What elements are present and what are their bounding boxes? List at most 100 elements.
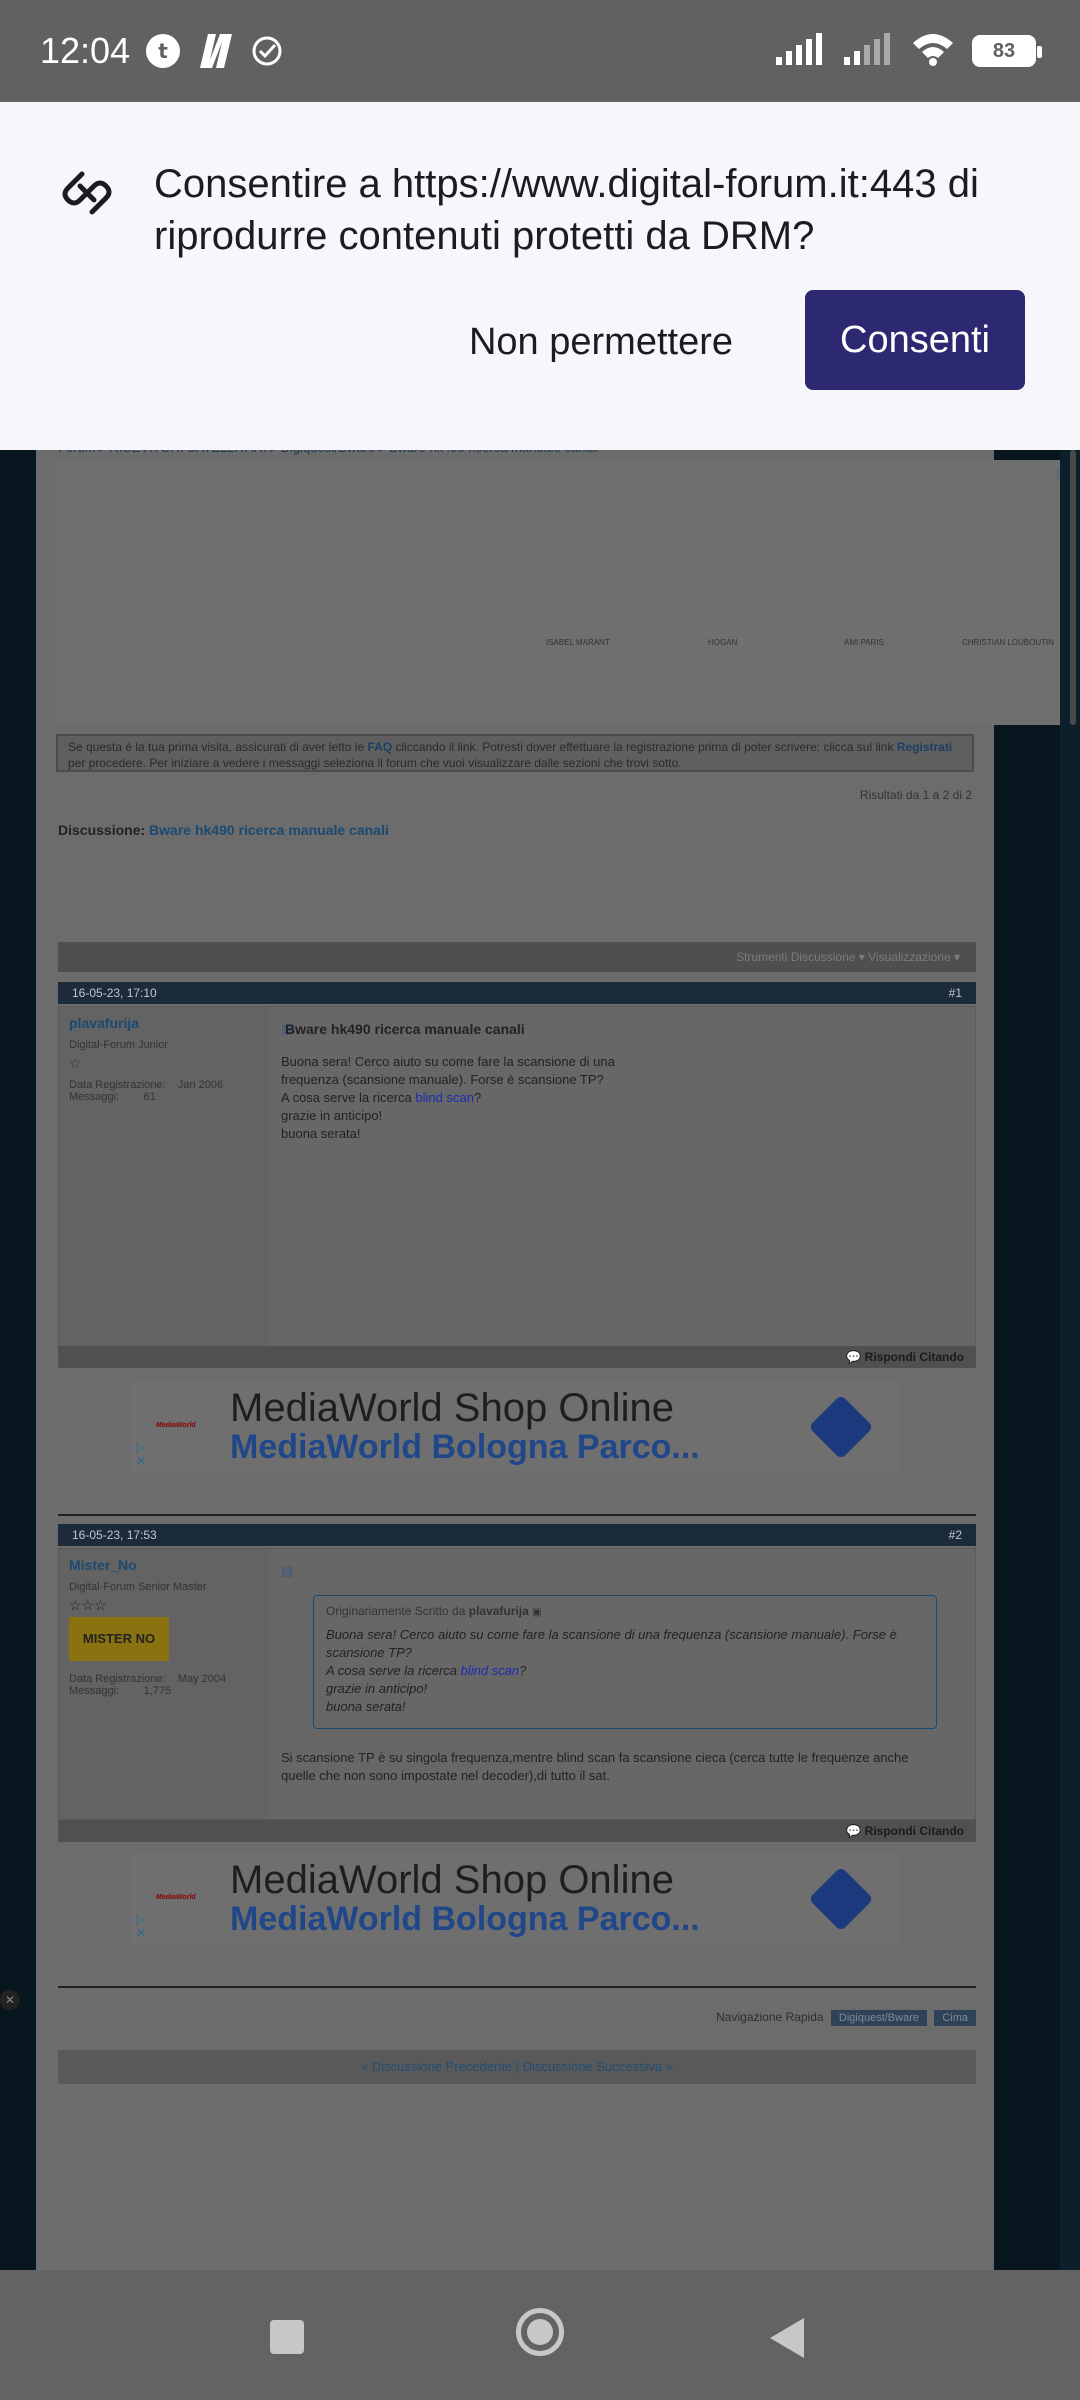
wifi-icon <box>910 31 956 72</box>
link-icon <box>58 164 116 227</box>
blind-scan-link[interactable]: blind scan <box>415 1090 474 1105</box>
rank-stars-icon: ☆☆☆ <box>69 1597 107 1613</box>
quote-line: Buona sera! Cerco aiuto su come fare la … <box>326 1627 897 1642</box>
scrollbar-thumb[interactable] <box>1070 450 1076 725</box>
adchoices-icon[interactable]: ▷ ✕ <box>136 1440 146 1468</box>
quote-prefix: Originariamente Scritto da <box>326 1604 469 1618</box>
fashion-ad-banner[interactable]: ▷ ✕ ISABEL MARANT HOGAN AMI PARIS CHRIST… <box>56 460 1080 725</box>
star-icon: ☆ <box>69 1055 82 1071</box>
post-userinfo: plavafurija Digital-Forum Junior ☆ Data … <box>59 1007 269 1349</box>
post-number-link[interactable]: #1 <box>949 986 962 1000</box>
directions-icon[interactable] <box>808 1866 874 1932</box>
faq-link[interactable]: FAQ <box>367 740 392 754</box>
home-button[interactable] <box>516 2308 564 2356</box>
post-body: Mister_No Digital-Forum Senior Master ☆☆… <box>58 1548 976 1820</box>
post-date: 16-05-23, 17:10 <box>72 986 157 1000</box>
recents-button[interactable] <box>270 2320 304 2354</box>
quote-author: plavafurija <box>468 1604 529 1618</box>
signal-icon-2 <box>842 31 894 72</box>
post-line: Si scansione TP è su singola frequenza,m… <box>281 1750 909 1765</box>
post-number-link[interactable]: #2 <box>949 1528 962 1542</box>
status-time: 12:04 <box>40 30 131 71</box>
quick-navigation: Navigazione Rapida Digiquest/Bware Cima <box>58 2010 976 2030</box>
separator <box>58 1986 976 1988</box>
forum-jump-button[interactable]: Digiquest/Bware <box>830 2010 927 2026</box>
register-link[interactable]: Registrati <box>897 740 952 754</box>
quote-reply-button[interactable]: 💬 Rispondi Citando <box>58 1820 976 1842</box>
quote-line: scansione TP? <box>326 1645 412 1660</box>
mediaworld-ad[interactable]: MediaWorld MediaWorld Shop Online MediaW… <box>130 1382 900 1472</box>
mediaworld-ad[interactable]: MediaWorld MediaWorld Shop Online MediaW… <box>130 1854 900 1944</box>
post-line: A cosa serve la ricerca blind scan? <box>281 1089 615 1107</box>
top-button[interactable]: Cima <box>934 2010 976 2026</box>
user-rank: Digital-Forum Junior <box>69 1039 169 1051</box>
user-meta: Data Registrazione: May 2004 Messaggi: 1… <box>69 1673 227 1697</box>
thread-tools-bar[interactable]: Strumenti Discussione ▾ Visualizzazione … <box>58 942 976 972</box>
avatar: MISTER NO <box>69 1617 169 1661</box>
blind-scan-link[interactable]: blind scan <box>461 1663 520 1678</box>
discussion-label: Discussione: <box>58 822 150 838</box>
quote-icon: 💬 <box>846 1824 865 1838</box>
post-line: frequenza (scansione manuale). Forse è s… <box>281 1072 604 1087</box>
notice-text: per procedere. Per iniziare a vedere i m… <box>68 756 682 770</box>
notice-text: Se questa è la tua prima visita, assicur… <box>68 740 368 754</box>
quote-reply-button[interactable]: 💬 Rispondi Citando <box>58 1346 976 1368</box>
close-icon[interactable]: ✕ <box>0 1990 20 2010</box>
welcome-notice: Se questa è la tua prima visita, assicur… <box>56 734 974 772</box>
signal-icon <box>774 31 826 72</box>
directions-icon[interactable] <box>808 1394 874 1460</box>
ad-brand: ISABEL MARANT <box>546 638 610 647</box>
post-line: grazie in anticipo! <box>281 1108 383 1123</box>
user-meta: Data Registrazione: Jan 2006 Messaggi: 6… <box>69 1079 224 1103</box>
quote-line-text: A cosa serve la ricerca <box>326 1663 461 1678</box>
post-line: buona serata! <box>281 1126 361 1141</box>
quote-box: Originariamente Scritto da plavafurija ▣… <box>313 1595 937 1729</box>
netflix-icon <box>194 32 238 70</box>
deny-button[interactable]: Non permettere <box>446 302 756 382</box>
results-count: Risultati da 1 a 2 di 2 <box>859 788 972 802</box>
quote-header: Originariamente Scritto da plavafurija ▣ <box>326 1602 924 1622</box>
ad-headline: MediaWorld Shop Online <box>230 1858 674 1902</box>
username-link[interactable]: plavafurija <box>69 1015 139 1031</box>
post-date: 16-05-23, 17:53 <box>72 1528 157 1542</box>
system-navigation-bar <box>0 2270 1080 2400</box>
mediaworld-logo: MediaWorld <box>156 1422 196 1429</box>
scrollbar-track[interactable] <box>1060 450 1080 2270</box>
notice-text: cliccando il link. Potresti dover effett… <box>392 740 897 754</box>
username-link[interactable]: Mister_No <box>69 1557 137 1573</box>
quote-icon: 💬 <box>846 1350 865 1364</box>
allow-button[interactable]: Consenti <box>805 290 1025 390</box>
post-line: quelle che non sono impostate nel decode… <box>281 1768 610 1783</box>
view-post-icon[interactable]: ▣ <box>532 1607 541 1618</box>
ad-brand: CHRISTIAN LOUBOUTIN <box>962 638 1055 647</box>
discussion-title-link[interactable]: Bware hk490 ricerca manuale canali <box>149 822 389 838</box>
prev-next-links[interactable]: « Discussione Precedente | Discussione S… <box>58 2050 976 2084</box>
svg-text:t: t <box>158 39 168 63</box>
post-line: Buona sera! Cerco aiuto su come fare la … <box>281 1054 615 1069</box>
battery-icon: 83 <box>972 35 1042 67</box>
post-text: Buona sera! Cerco aiuto su come fare la … <box>281 1053 615 1143</box>
post-body: plavafurija Digital-Forum Junior ☆ Data … <box>58 1006 976 1350</box>
check-circle-icon <box>250 34 284 68</box>
post-header: 16-05-23, 17:10 #1 <box>58 982 976 1004</box>
post-icon: ▤ <box>281 1563 294 1578</box>
post-userinfo: Mister_No Digital-Forum Senior Master ☆☆… <box>59 1549 269 1819</box>
post-line-text: ? <box>473 1090 482 1105</box>
forum-content: Forum ▸ RICEVITORI SATELLITARI ▸ Digique… <box>36 440 1080 2270</box>
post-text: Si scansione TP è su singola frequenza,m… <box>281 1749 909 1785</box>
ad-brand: HOGAN <box>708 638 738 647</box>
separator <box>58 1514 976 1516</box>
adchoices-icon[interactable]: ▷ ✕ <box>136 1912 146 1940</box>
user-rank: Digital-Forum Senior Master <box>69 1581 207 1593</box>
quote-text: Buona sera! Cerco aiuto su come fare la … <box>326 1626 924 1716</box>
ad-headline: MediaWorld Shop Online <box>230 1386 674 1430</box>
ad-brand: AMI PARIS <box>844 638 884 647</box>
web-page: Forum ▸ RICEVITORI SATELLITARI ▸ Digique… <box>0 440 1080 2270</box>
post-header: 16-05-23, 17:53 #2 <box>58 1524 976 1546</box>
reply-label: Rispondi Citando <box>864 1350 964 1364</box>
back-button[interactable] <box>770 2318 804 2358</box>
mediaworld-logo: MediaWorld <box>156 1894 196 1901</box>
ad-subline: MediaWorld Bologna Parco... <box>230 1428 700 1466</box>
drm-permission-dialog: Consentire a https://www.digital-forum.i… <box>0 102 1080 450</box>
threads-icon: t <box>144 32 182 70</box>
